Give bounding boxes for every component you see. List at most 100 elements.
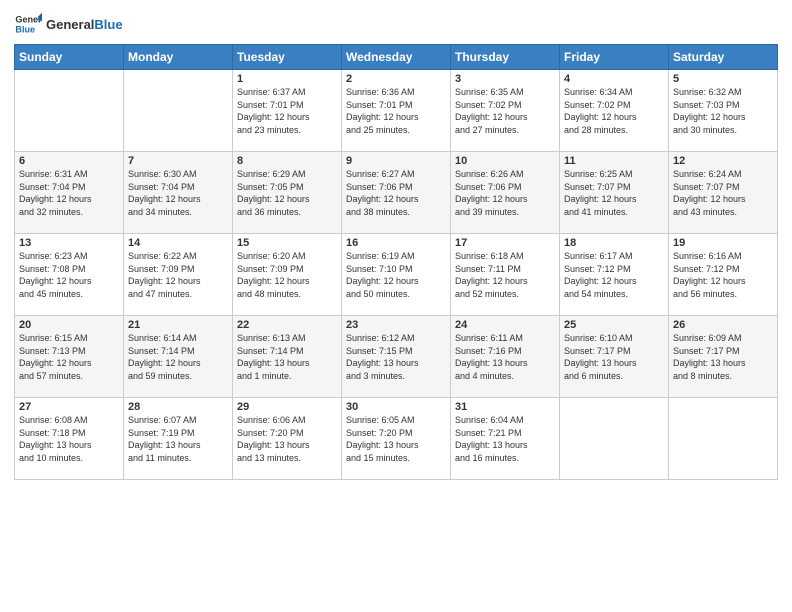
day-number: 16 — [346, 237, 446, 249]
calendar-week-row: 13Sunrise: 6:23 AMSunset: 7:08 PMDayligh… — [15, 234, 778, 316]
day-number: 14 — [128, 237, 228, 249]
day-number: 15 — [237, 237, 337, 249]
day-info: Sunrise: 6:19 AMSunset: 7:10 PMDaylight:… — [346, 250, 446, 300]
day-info: Sunrise: 6:13 AMSunset: 7:14 PMDaylight:… — [237, 332, 337, 382]
weekday-header-row: SundayMondayTuesdayWednesdayThursdayFrid… — [15, 45, 778, 70]
day-info: Sunrise: 6:36 AMSunset: 7:01 PMDaylight:… — [346, 86, 446, 136]
day-info: Sunrise: 6:17 AMSunset: 7:12 PMDaylight:… — [564, 250, 664, 300]
day-info: Sunrise: 6:15 AMSunset: 7:13 PMDaylight:… — [19, 332, 119, 382]
day-number: 18 — [564, 237, 664, 249]
day-info: Sunrise: 6:14 AMSunset: 7:14 PMDaylight:… — [128, 332, 228, 382]
header: General Blue GeneralBlue — [14, 10, 778, 38]
day-info: Sunrise: 6:34 AMSunset: 7:02 PMDaylight:… — [564, 86, 664, 136]
day-number: 6 — [19, 155, 119, 167]
day-info: Sunrise: 6:37 AMSunset: 7:01 PMDaylight:… — [237, 86, 337, 136]
calendar-day-13: 13Sunrise: 6:23 AMSunset: 7:08 PMDayligh… — [15, 234, 124, 316]
day-number: 20 — [19, 319, 119, 331]
calendar-day-11: 11Sunrise: 6:25 AMSunset: 7:07 PMDayligh… — [560, 152, 669, 234]
day-info: Sunrise: 6:11 AMSunset: 7:16 PMDaylight:… — [455, 332, 555, 382]
calendar-day-8: 8Sunrise: 6:29 AMSunset: 7:05 PMDaylight… — [233, 152, 342, 234]
weekday-header-thursday: Thursday — [451, 45, 560, 70]
calendar-day-3: 3Sunrise: 6:35 AMSunset: 7:02 PMDaylight… — [451, 70, 560, 152]
calendar-page: General Blue GeneralBlue SundayMondayTue… — [0, 0, 792, 612]
empty-day — [124, 70, 233, 152]
day-number: 11 — [564, 155, 664, 167]
day-number: 8 — [237, 155, 337, 167]
calendar-day-20: 20Sunrise: 6:15 AMSunset: 7:13 PMDayligh… — [15, 316, 124, 398]
day-info: Sunrise: 6:08 AMSunset: 7:18 PMDaylight:… — [19, 414, 119, 464]
calendar-day-6: 6Sunrise: 6:31 AMSunset: 7:04 PMDaylight… — [15, 152, 124, 234]
empty-day — [669, 398, 778, 480]
day-info: Sunrise: 6:22 AMSunset: 7:09 PMDaylight:… — [128, 250, 228, 300]
day-info: Sunrise: 6:05 AMSunset: 7:20 PMDaylight:… — [346, 414, 446, 464]
weekday-header-wednesday: Wednesday — [342, 45, 451, 70]
calendar-day-23: 23Sunrise: 6:12 AMSunset: 7:15 PMDayligh… — [342, 316, 451, 398]
day-number: 27 — [19, 401, 119, 413]
day-info: Sunrise: 6:04 AMSunset: 7:21 PMDaylight:… — [455, 414, 555, 464]
day-number: 25 — [564, 319, 664, 331]
calendar-day-26: 26Sunrise: 6:09 AMSunset: 7:17 PMDayligh… — [669, 316, 778, 398]
day-info: Sunrise: 6:30 AMSunset: 7:04 PMDaylight:… — [128, 168, 228, 218]
day-number: 31 — [455, 401, 555, 413]
weekday-header-monday: Monday — [124, 45, 233, 70]
calendar-week-row: 6Sunrise: 6:31 AMSunset: 7:04 PMDaylight… — [15, 152, 778, 234]
day-number: 23 — [346, 319, 446, 331]
day-info: Sunrise: 6:16 AMSunset: 7:12 PMDaylight:… — [673, 250, 773, 300]
day-number: 12 — [673, 155, 773, 167]
day-number: 22 — [237, 319, 337, 331]
weekday-header-sunday: Sunday — [15, 45, 124, 70]
logo-text: GeneralBlue — [46, 17, 123, 32]
day-info: Sunrise: 6:31 AMSunset: 7:04 PMDaylight:… — [19, 168, 119, 218]
day-number: 26 — [673, 319, 773, 331]
logo: General Blue GeneralBlue — [14, 10, 123, 38]
day-number: 9 — [346, 155, 446, 167]
calendar-day-18: 18Sunrise: 6:17 AMSunset: 7:12 PMDayligh… — [560, 234, 669, 316]
day-info: Sunrise: 6:27 AMSunset: 7:06 PMDaylight:… — [346, 168, 446, 218]
day-number: 17 — [455, 237, 555, 249]
day-number: 4 — [564, 73, 664, 85]
day-number: 7 — [128, 155, 228, 167]
day-number: 29 — [237, 401, 337, 413]
svg-text:Blue: Blue — [15, 24, 35, 34]
calendar-day-5: 5Sunrise: 6:32 AMSunset: 7:03 PMDaylight… — [669, 70, 778, 152]
day-number: 3 — [455, 73, 555, 85]
day-number: 28 — [128, 401, 228, 413]
day-number: 21 — [128, 319, 228, 331]
calendar-day-12: 12Sunrise: 6:24 AMSunset: 7:07 PMDayligh… — [669, 152, 778, 234]
calendar-week-row: 1Sunrise: 6:37 AMSunset: 7:01 PMDaylight… — [15, 70, 778, 152]
empty-day — [560, 398, 669, 480]
calendar-day-4: 4Sunrise: 6:34 AMSunset: 7:02 PMDaylight… — [560, 70, 669, 152]
calendar-day-17: 17Sunrise: 6:18 AMSunset: 7:11 PMDayligh… — [451, 234, 560, 316]
logo-icon: General Blue — [14, 10, 42, 38]
day-number: 5 — [673, 73, 773, 85]
weekday-header-tuesday: Tuesday — [233, 45, 342, 70]
calendar-day-9: 9Sunrise: 6:27 AMSunset: 7:06 PMDaylight… — [342, 152, 451, 234]
calendar-day-24: 24Sunrise: 6:11 AMSunset: 7:16 PMDayligh… — [451, 316, 560, 398]
day-info: Sunrise: 6:18 AMSunset: 7:11 PMDaylight:… — [455, 250, 555, 300]
calendar-day-25: 25Sunrise: 6:10 AMSunset: 7:17 PMDayligh… — [560, 316, 669, 398]
calendar-week-row: 20Sunrise: 6:15 AMSunset: 7:13 PMDayligh… — [15, 316, 778, 398]
day-info: Sunrise: 6:10 AMSunset: 7:17 PMDaylight:… — [564, 332, 664, 382]
day-info: Sunrise: 6:20 AMSunset: 7:09 PMDaylight:… — [237, 250, 337, 300]
calendar-day-27: 27Sunrise: 6:08 AMSunset: 7:18 PMDayligh… — [15, 398, 124, 480]
calendar-day-30: 30Sunrise: 6:05 AMSunset: 7:20 PMDayligh… — [342, 398, 451, 480]
day-info: Sunrise: 6:07 AMSunset: 7:19 PMDaylight:… — [128, 414, 228, 464]
day-number: 13 — [19, 237, 119, 249]
day-info: Sunrise: 6:06 AMSunset: 7:20 PMDaylight:… — [237, 414, 337, 464]
day-number: 10 — [455, 155, 555, 167]
calendar-day-1: 1Sunrise: 6:37 AMSunset: 7:01 PMDaylight… — [233, 70, 342, 152]
calendar-day-29: 29Sunrise: 6:06 AMSunset: 7:20 PMDayligh… — [233, 398, 342, 480]
day-info: Sunrise: 6:09 AMSunset: 7:17 PMDaylight:… — [673, 332, 773, 382]
calendar-day-14: 14Sunrise: 6:22 AMSunset: 7:09 PMDayligh… — [124, 234, 233, 316]
calendar-week-row: 27Sunrise: 6:08 AMSunset: 7:18 PMDayligh… — [15, 398, 778, 480]
calendar-day-21: 21Sunrise: 6:14 AMSunset: 7:14 PMDayligh… — [124, 316, 233, 398]
day-number: 2 — [346, 73, 446, 85]
day-number: 30 — [346, 401, 446, 413]
day-info: Sunrise: 6:12 AMSunset: 7:15 PMDaylight:… — [346, 332, 446, 382]
calendar-day-10: 10Sunrise: 6:26 AMSunset: 7:06 PMDayligh… — [451, 152, 560, 234]
day-number: 24 — [455, 319, 555, 331]
calendar-day-16: 16Sunrise: 6:19 AMSunset: 7:10 PMDayligh… — [342, 234, 451, 316]
day-number: 1 — [237, 73, 337, 85]
day-info: Sunrise: 6:32 AMSunset: 7:03 PMDaylight:… — [673, 86, 773, 136]
calendar-day-2: 2Sunrise: 6:36 AMSunset: 7:01 PMDaylight… — [342, 70, 451, 152]
